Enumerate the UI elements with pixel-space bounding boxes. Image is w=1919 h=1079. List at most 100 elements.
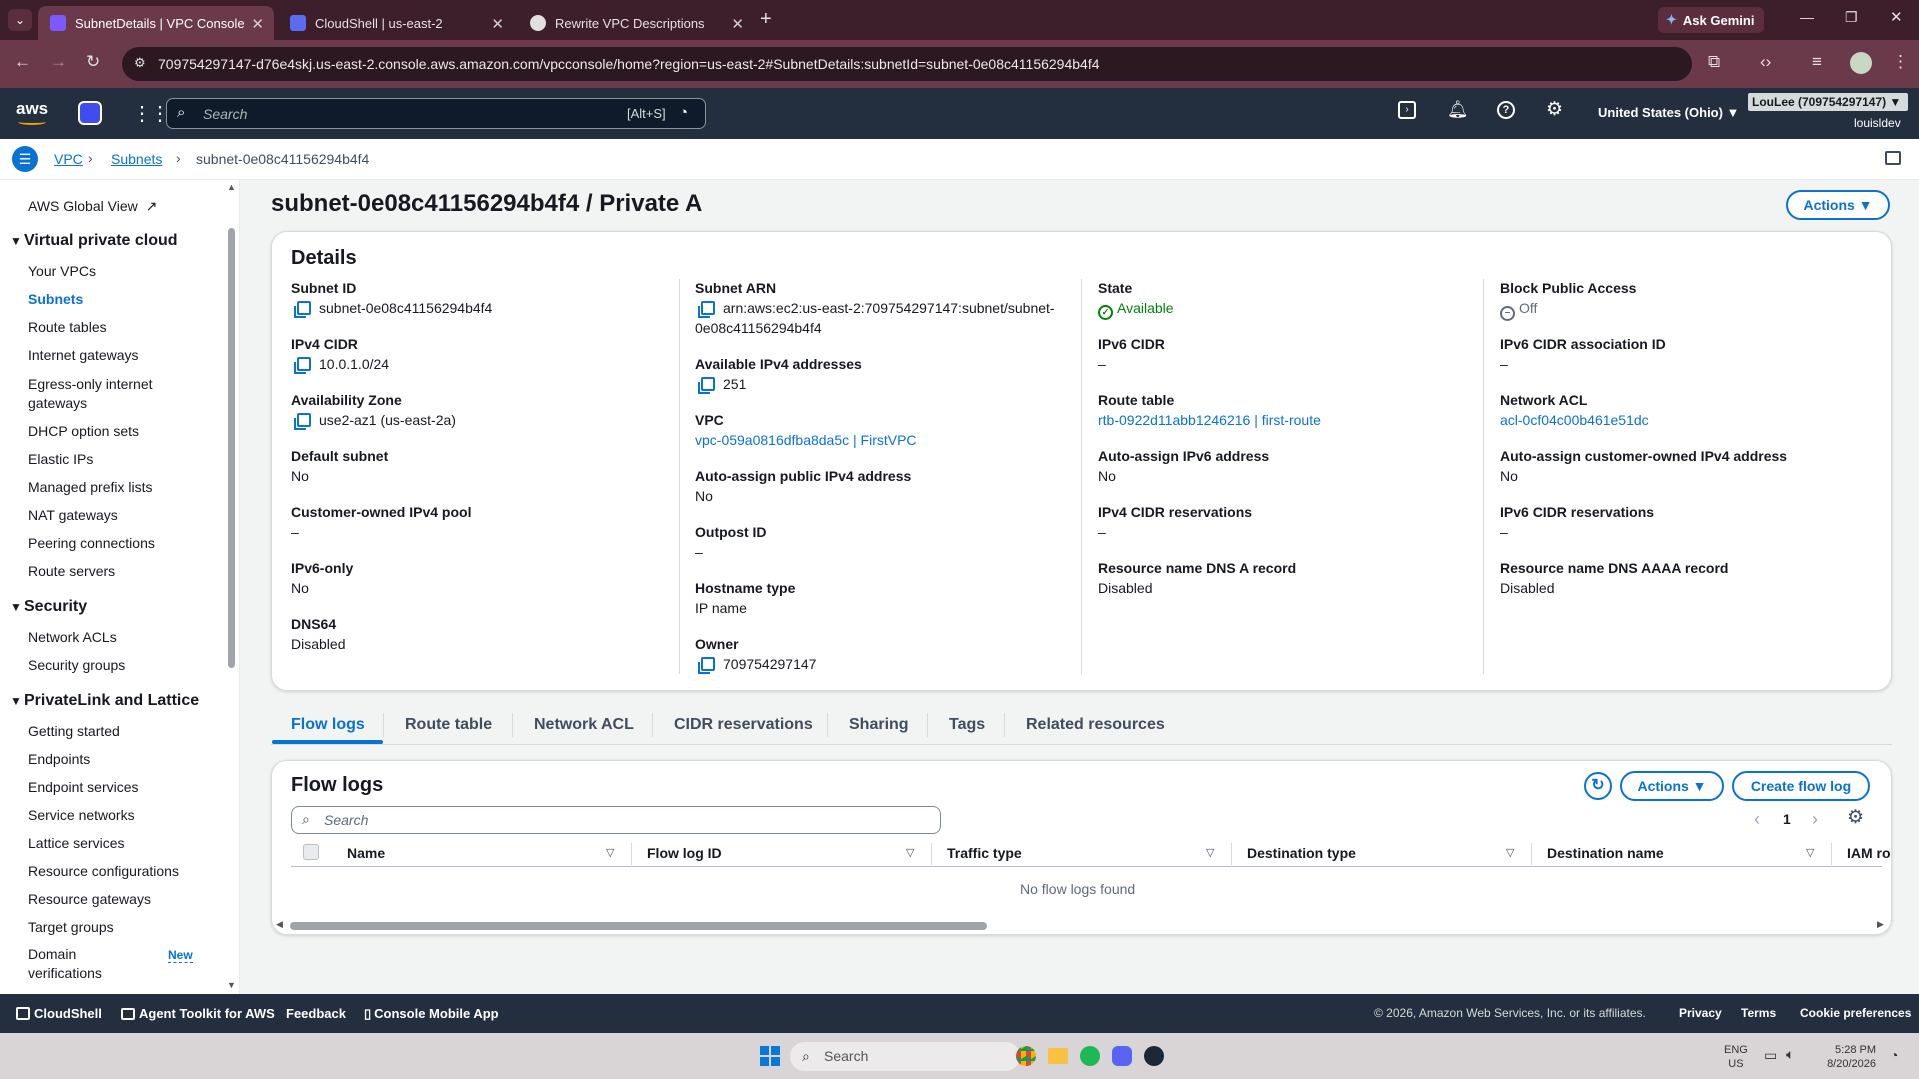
extensions-icon[interactable]: ⧉ bbox=[1708, 52, 1720, 72]
scroll-left-icon[interactable]: ◀ bbox=[276, 919, 283, 930]
actions-button[interactable]: Actions ▼ bbox=[1786, 190, 1890, 220]
discord-icon[interactable] bbox=[1112, 1046, 1132, 1066]
vpc-link[interactable]: vpc-059a0816dfba8da5c | FirstVPC bbox=[695, 432, 917, 448]
notifications-bell-icon[interactable]: 🔔︎ bbox=[1447, 100, 1469, 120]
footer-feedback[interactable]: Feedback bbox=[286, 1006, 346, 1021]
copy-icon[interactable] bbox=[294, 301, 311, 318]
scroll-right-icon[interactable]: ▶ bbox=[1877, 919, 1884, 930]
refresh-button[interactable]: ↻ bbox=[1584, 772, 1612, 800]
devtools-icon[interactable]: ‹› bbox=[1760, 52, 1771, 72]
file-explorer-icon[interactable] bbox=[1048, 1048, 1068, 1064]
close-window-icon[interactable]: ✕ bbox=[1890, 8, 1903, 26]
copy-icon[interactable] bbox=[294, 413, 311, 430]
sidebar-scrollbar[interactable] bbox=[228, 228, 235, 668]
pagination-page[interactable]: 1 bbox=[1783, 811, 1791, 827]
copy-icon[interactable] bbox=[698, 301, 715, 318]
horizontal-scrollbar[interactable] bbox=[290, 922, 987, 930]
flowlog-actions-button[interactable]: Actions ▼ bbox=[1620, 771, 1724, 801]
cloudshell-icon[interactable]: › bbox=[1398, 101, 1416, 119]
browser-tab-cloudshell[interactable]: CloudShell | us-east-2 ✕ bbox=[278, 6, 514, 40]
pagination-next-icon[interactable]: › bbox=[1812, 809, 1818, 830]
nav-peering-connections[interactable]: Peering connections bbox=[28, 535, 155, 551]
col-traffic-type[interactable]: Traffic type bbox=[947, 845, 1022, 861]
nav-egress-only-gateways[interactable]: Egress-only internet gateways bbox=[28, 375, 178, 413]
col-iam-role[interactable]: IAM ro bbox=[1847, 845, 1891, 861]
nav-endpoints[interactable]: Endpoints bbox=[28, 751, 90, 767]
spotify-icon[interactable] bbox=[1080, 1046, 1100, 1066]
browser-menu-icon[interactable]: ⋮ bbox=[1892, 52, 1909, 72]
close-tab-icon[interactable]: ✕ bbox=[491, 15, 504, 33]
minimize-icon[interactable]: — bbox=[1800, 9, 1814, 25]
service-favicon-icon[interactable] bbox=[78, 101, 102, 125]
copy-icon[interactable] bbox=[698, 657, 715, 674]
copy-icon[interactable] bbox=[698, 377, 715, 394]
new-tab-icon[interactable]: + bbox=[760, 8, 772, 31]
footer-terms[interactable]: Terms bbox=[1741, 1006, 1776, 1020]
network-icon[interactable]: ▭ bbox=[1764, 1047, 1777, 1064]
volume-icon[interactable]: 🔈︎ bbox=[1786, 1046, 1794, 1063]
aws-search-input[interactable]: ⌕ Search [Alt+S] ◔ bbox=[166, 98, 706, 129]
nav-section-vpc[interactable]: ▼ Virtual private cloud bbox=[10, 232, 178, 250]
tab-search-icon[interactable]: ⌄ bbox=[8, 9, 32, 31]
reload-icon[interactable]: ↻ bbox=[86, 52, 100, 72]
browser-tab-rewrite[interactable]: Rewrite VPC Descriptions ✕ bbox=[518, 6, 754, 40]
nav-security-groups[interactable]: Security groups bbox=[28, 657, 125, 673]
language-indicator[interactable]: ENG US bbox=[1724, 1043, 1748, 1071]
nav-lattice-services[interactable]: Lattice services bbox=[28, 835, 124, 851]
menu-hamburger-icon[interactable]: ☰ bbox=[12, 146, 38, 172]
sort-caret-icon[interactable]: ▽ bbox=[1806, 846, 1814, 859]
site-info-icon[interactable]: ⚙ bbox=[134, 55, 146, 71]
reading-list-icon[interactable]: ≡ bbox=[1812, 52, 1822, 72]
nav-dhcp-option-sets[interactable]: DHCP option sets bbox=[28, 423, 139, 439]
footer-agent-toolkit[interactable]: Agent Toolkit for AWS bbox=[121, 1006, 275, 1021]
nav-resource-configurations[interactable]: Resource configurations bbox=[28, 863, 179, 879]
nav-getting-started[interactable]: Getting started bbox=[28, 723, 120, 739]
nav-internet-gateways[interactable]: Internet gateways bbox=[28, 347, 139, 363]
forward-icon[interactable]: → bbox=[50, 52, 67, 72]
create-flow-log-button[interactable]: Create flow log bbox=[1732, 771, 1870, 801]
settings-gear-icon[interactable]: ⚙ bbox=[1546, 98, 1563, 121]
chrome-app-icon[interactable] bbox=[1016, 1046, 1036, 1066]
tab-related-resources[interactable]: Related resources bbox=[1026, 716, 1165, 734]
steam-icon[interactable] bbox=[1144, 1046, 1164, 1066]
nav-service-networks[interactable]: Service networks bbox=[28, 807, 135, 823]
nav-elastic-ips[interactable]: Elastic IPs bbox=[28, 451, 93, 467]
footer-privacy[interactable]: Privacy bbox=[1679, 1006, 1722, 1020]
sort-caret-icon[interactable]: ▽ bbox=[1206, 846, 1214, 859]
taskbar-search[interactable]: ⌕ Search bbox=[790, 1042, 1020, 1071]
close-tab-icon[interactable]: ✕ bbox=[251, 15, 264, 33]
nav-nat-gateways[interactable]: NAT gateways bbox=[28, 507, 118, 523]
sort-caret-icon[interactable]: ▽ bbox=[1506, 846, 1514, 859]
network-acl-link[interactable]: acl-0cf04c00b461e51dc bbox=[1500, 412, 1649, 428]
col-destination-name[interactable]: Destination name bbox=[1547, 845, 1664, 861]
nav-subnets[interactable]: Subnets bbox=[28, 291, 83, 307]
table-settings-gear-icon[interactable]: ⚙ bbox=[1847, 806, 1864, 829]
back-icon[interactable]: ← bbox=[14, 52, 31, 72]
tab-route-table[interactable]: Route table bbox=[405, 716, 492, 734]
nav-target-groups[interactable]: Target groups bbox=[28, 919, 114, 935]
footer-mobile-app[interactable]: ▯ Console Mobile App bbox=[364, 1006, 499, 1022]
tab-tags[interactable]: Tags bbox=[949, 716, 985, 734]
sort-caret-icon[interactable]: ▽ bbox=[906, 846, 914, 859]
region-selector[interactable]: United States (Ohio) ▼ bbox=[1598, 105, 1739, 120]
tab-network-acl[interactable]: Network ACL bbox=[534, 716, 634, 734]
notification-center-icon[interactable]: ◔ bbox=[1890, 1047, 1898, 1063]
help-icon[interactable]: ? bbox=[1497, 101, 1515, 119]
footer-cookie-preferences[interactable]: Cookie preferences bbox=[1800, 1006, 1911, 1020]
nav-resource-gateways[interactable]: Resource gateways bbox=[28, 891, 151, 907]
nav-route-tables[interactable]: Route tables bbox=[28, 319, 107, 335]
route-table-link[interactable]: rtb-0922d11abb1246216 | first-route bbox=[1098, 412, 1321, 428]
close-tab-icon[interactable]: ✕ bbox=[731, 15, 744, 33]
nav-domain-verifications[interactable]: Domain verifications bbox=[28, 945, 118, 983]
scroll-down-icon[interactable]: ▼ bbox=[227, 980, 236, 990]
sort-caret-icon[interactable]: ▽ bbox=[606, 846, 614, 859]
nav-managed-prefix-lists[interactable]: Managed prefix lists bbox=[28, 479, 153, 495]
address-bar[interactable]: ⚙ 709754297147-d76e4skj.us-east-2.consol… bbox=[122, 47, 1692, 81]
nav-your-vpcs[interactable]: Your VPCs bbox=[28, 263, 96, 279]
pagination-prev-icon[interactable]: ‹ bbox=[1754, 809, 1760, 830]
restore-icon[interactable]: ❐ bbox=[1845, 9, 1858, 26]
breadcrumb-subnets[interactable]: Subnets bbox=[111, 151, 162, 167]
col-destination-type[interactable]: Destination type bbox=[1247, 845, 1356, 861]
tab-flow-logs[interactable]: Flow logs bbox=[291, 716, 365, 734]
scroll-up-icon[interactable]: ▲ bbox=[227, 182, 236, 192]
